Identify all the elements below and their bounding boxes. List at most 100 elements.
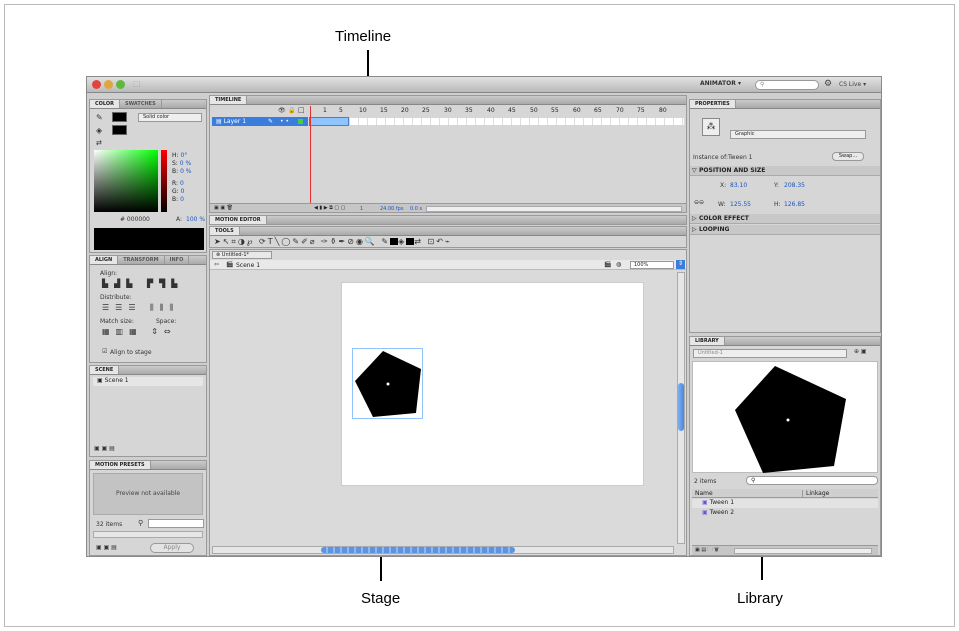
layer-buttons-icon[interactable]: ▣ ▣ 🗑 [214, 205, 233, 211]
fill-swatch[interactable] [112, 125, 127, 135]
doc-close-icon[interactable]: ⊗ [216, 252, 220, 258]
scene-panel-buttons-icon[interactable]: ▣ ▣ ▤ [94, 446, 115, 452]
selection-box[interactable] [352, 348, 423, 419]
preset-search-input[interactable] [148, 519, 204, 528]
help-search-input[interactable]: ⚲ [755, 80, 819, 90]
current-frame: 1 [360, 206, 364, 212]
zoom-select[interactable]: 100% [630, 261, 674, 269]
timeline-scrollbar[interactable] [426, 206, 682, 212]
search-icon: ⚲ [760, 81, 765, 88]
h-label: H: [774, 201, 781, 208]
timeline-panel: TIMELINE 👁 🔒 □ 1 5 10 15 20 25 30 35 40 … [209, 95, 687, 213]
sync-settings-icon[interactable]: ⚙ [824, 79, 832, 89]
tab-swatches[interactable]: SWATCHES [120, 100, 162, 108]
alpha-value[interactable]: 100 % [186, 216, 205, 223]
close-window-button[interactable] [92, 80, 101, 89]
preset-preview: Preview not available [93, 473, 203, 515]
edit-scene-icon[interactable]: 🎬 [604, 261, 611, 268]
swap-button[interactable]: Swap... [832, 152, 864, 161]
library-buttons-icon[interactable]: ▣ ▤ 🗀 🗑 [695, 547, 719, 555]
playback-controls-icon[interactable]: ◀ ▮ ▶ ⧉ ▢ ▢ [314, 205, 345, 211]
scene-list-item[interactable]: ▣ Scene 1 [93, 377, 203, 386]
library-search-input[interactable]: ⚲ [746, 476, 878, 485]
swap-colors-icon[interactable]: ⇄ [96, 140, 102, 147]
library-item[interactable]: ▣ Tween 2 [692, 509, 878, 518]
apply-button[interactable]: Apply [150, 543, 194, 553]
frame-ruler[interactable]: 1 5 10 15 20 25 30 35 40 45 50 55 60 65 … [307, 107, 686, 116]
zoom-window-button[interactable] [116, 80, 125, 89]
hex-value[interactable]: # 000000 [120, 216, 150, 223]
tab-color[interactable]: COLOR [90, 100, 121, 108]
align-panel: ALIGN TRANSFORM INFO Align: ▙▟▙ ▛▜▙ Distri… [89, 255, 207, 363]
tab-timeline[interactable]: TIMELINE [210, 96, 248, 104]
match-size-label: Match size: [100, 318, 134, 325]
workspace-switcher[interactable]: ANIMATOR ▾ [700, 80, 741, 87]
library-item[interactable]: ▣ Tween 1 [692, 499, 878, 508]
playhead[interactable] [310, 106, 311, 204]
frame-rate[interactable]: 24.00 fps [380, 206, 403, 212]
document-tab[interactable]: ⊗ Untitled-1* [212, 251, 272, 259]
x-value[interactable]: 83.10 [730, 182, 747, 189]
preset-buttons-icon[interactable]: ▣ ▣ ▤ [96, 545, 117, 551]
symbol-type-select[interactable]: Graphic [730, 130, 866, 139]
preset-list-scrollbar[interactable] [93, 531, 203, 538]
library-document-select[interactable]: Untitled-1 [693, 349, 847, 358]
y-value[interactable]: 208.35 [784, 182, 805, 189]
pentagon-shape[interactable] [353, 349, 424, 420]
w-value[interactable]: 125.55 [730, 201, 751, 208]
minimize-window-button[interactable] [104, 80, 113, 89]
back-arrow-icon[interactable]: ⇦ [214, 261, 219, 268]
vertical-scroll-thumb[interactable] [678, 383, 684, 431]
edit-symbol-icon[interactable]: ◍ [616, 261, 621, 268]
tab-motion-presets[interactable]: MOTION PRESETS [90, 461, 151, 469]
distribute-label: Distribute: [100, 294, 132, 301]
layer-visibility-icon[interactable]: 👁 [278, 108, 286, 114]
align-to-stage-checkbox-icon[interactable]: ☑ [102, 349, 107, 355]
horizontal-scrollbar[interactable] [212, 546, 674, 554]
fill-color-icon[interactable]: ◈ [96, 127, 102, 135]
stroke-swatch[interactable] [112, 112, 127, 122]
instance-of-value: Tween 1 [728, 154, 753, 161]
tab-info[interactable]: INFO [165, 256, 190, 264]
name-column-header[interactable]: Name [695, 490, 713, 497]
tools-panel: TOOLS ➤↖⌗◑℘ ⟳T╲◯✎✐⌀ ✑⚱✒⊘◉🔍 ✎ ◈ ⇄ ⊡↶⌁ [209, 226, 687, 248]
tab-align[interactable]: ALIGN [90, 256, 119, 264]
tab-properties[interactable]: PROPERTIES [690, 100, 736, 108]
stage-canvas[interactable] [341, 282, 644, 486]
layer-lock-icon[interactable]: 🔒 [288, 108, 295, 114]
layer-outline-icon[interactable]: □ [298, 107, 305, 114]
stroke-color-icon[interactable]: ✎ [96, 114, 103, 122]
fill-type-select[interactable]: Solid color [138, 113, 202, 122]
toolbar-icons[interactable]: ➤↖⌗◑℘ ⟳T╲◯✎✐⌀ ✑⚱✒⊘◉🔍 ✎ ◈ ⇄ ⊡↶⌁ [214, 237, 452, 247]
tab-scene[interactable]: SCENE [90, 366, 120, 374]
pin-library-icon[interactable]: ⊕ ▣ [854, 349, 867, 355]
color-effect-section[interactable]: ▷ COLOR EFFECT [690, 214, 880, 224]
tween-span[interactable] [309, 117, 349, 126]
current-scene-label[interactable]: Scene 1 [236, 262, 260, 269]
horizontal-scroll-thumb[interactable] [321, 547, 515, 553]
color-spectrum[interactable] [94, 150, 158, 212]
x-label: X: [720, 182, 727, 189]
tab-library[interactable]: LIBRARY [690, 337, 725, 345]
tab-motion-editor[interactable]: MOTION EDITOR [210, 216, 267, 224]
position-size-section[interactable]: ▽ POSITION AND SIZE [690, 166, 880, 176]
linkage-column-header[interactable]: Linkage [802, 490, 829, 497]
distribute-buttons-icon[interactable]: ☰☰☰ ⫼⫼⫼ [102, 304, 179, 312]
tab-tools[interactable]: TOOLS [210, 227, 240, 235]
align-buttons-icon[interactable]: ▙▟▙ ▛▜▙ [102, 280, 183, 288]
h-value[interactable]: 126.85 [784, 201, 805, 208]
elapsed-time: 0.0 s [410, 206, 423, 212]
library-footer: ▣ ▤ 🗀 🗑 [692, 545, 878, 555]
match-size-buttons-icon[interactable]: ▦▥▦ ⇕⇔ [102, 328, 177, 336]
cs-live-menu[interactable]: CS Live ▾ [839, 81, 866, 88]
collapse-icon: ▷ [692, 226, 697, 233]
vertical-scrollbar[interactable] [677, 272, 685, 544]
library-scrollbar[interactable] [734, 548, 872, 554]
brightness-slider[interactable] [161, 150, 167, 212]
layer-row[interactable]: ▤ Layer 1 ✎ • • [212, 117, 308, 126]
tab-transform[interactable]: TRANSFORM [118, 256, 165, 264]
looping-section[interactable]: ▷ LOOPING [690, 225, 880, 235]
empty-frames[interactable] [350, 118, 684, 125]
zoom-dropdown-icon[interactable]: ⇕ [676, 260, 685, 269]
link-dimensions-icon[interactable]: ⊖⊖ [694, 200, 704, 206]
